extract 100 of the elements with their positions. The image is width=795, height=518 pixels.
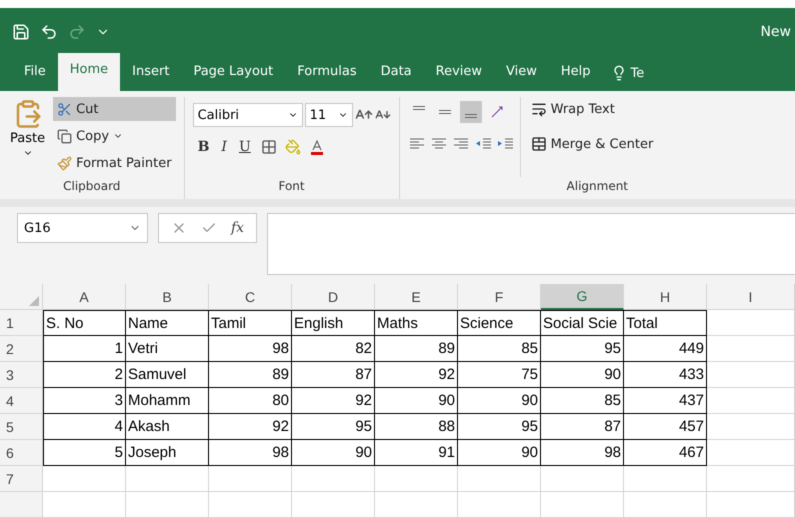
table-cell: 1 (43, 336, 126, 362)
ribbon-tab[interactable]: Formulas (285, 55, 369, 91)
group-label: Alignment (566, 178, 630, 195)
undo-icon[interactable] (40, 22, 58, 40)
row-header[interactable]: 3 (0, 362, 43, 388)
table-cell: 457 (624, 414, 707, 440)
table-cell: Tamil (209, 310, 292, 336)
font-name-field[interactable]: Calibri (192, 103, 303, 127)
table-cell: 90 (292, 440, 375, 466)
table-cell: Mohamm (126, 388, 209, 414)
row-header[interactable]: 2 (0, 336, 43, 362)
column-header[interactable]: A (43, 284, 126, 310)
paste-button[interactable]: Paste (8, 97, 48, 177)
row-header[interactable]: 7 (0, 466, 43, 492)
column-header[interactable]: D (292, 284, 375, 310)
vertical-align-button[interactable] (460, 101, 482, 123)
cut-button[interactable]: Cut (53, 97, 176, 121)
paintbrush-icon (57, 156, 72, 170)
row-header[interactable]: 5 (0, 414, 43, 440)
align-bottom-icon (464, 114, 477, 118)
table-cell: 80 (209, 388, 292, 414)
align-middle-icon (438, 110, 451, 114)
ribbon-tab[interactable]: Insert (120, 55, 182, 91)
ribbon-tab[interactable]: Home (58, 53, 120, 91)
copy-button[interactable]: Copy (53, 124, 176, 148)
wrap-text-icon (530, 101, 547, 117)
table-cell: 95 (292, 414, 375, 440)
table-cell: 82 (292, 336, 375, 362)
table-cell: 88 (375, 414, 458, 440)
row-header[interactable]: 1 (0, 310, 43, 336)
insert-function-button[interactable]: fx (231, 220, 244, 236)
ribbon-tab[interactable]: Data (368, 55, 424, 91)
column-header[interactable]: C (209, 284, 292, 310)
table-cell: 92 (292, 388, 375, 414)
table-cell: Name (126, 310, 209, 336)
table-cell: 90 (458, 388, 541, 414)
format-button[interactable]: U (234, 137, 256, 157)
font-size-field[interactable]: 11 (304, 103, 353, 127)
align-top-icon (412, 106, 425, 110)
table-cell: 98 (209, 440, 292, 466)
table-cell: 91 (375, 440, 458, 466)
table-cell: Social Scie (541, 310, 624, 336)
window-title: New (760, 24, 792, 40)
table-cell: 5 (43, 440, 126, 466)
table-cell: 98 (209, 336, 292, 362)
table-cell: Total (624, 310, 707, 336)
table-cell: 3 (43, 388, 126, 414)
table-cell: Vetri (126, 336, 209, 362)
ribbon-tab[interactable]: Review (424, 55, 494, 91)
table-cell: 90 (375, 388, 458, 414)
group-label: Clipboard (62, 178, 122, 195)
table-cell: Science (458, 310, 541, 336)
column-header[interactable]: I (707, 284, 795, 310)
row-header[interactable]: 6 (0, 440, 43, 466)
merge-center-button[interactable]: Merge & Center (526, 132, 658, 156)
column-header[interactable]: B (126, 284, 209, 310)
tell-me-field[interactable]: Te (602, 55, 644, 91)
corner-triangle-icon (29, 296, 39, 306)
column-header[interactable]: E (375, 284, 458, 310)
table-cell: 90 (458, 440, 541, 466)
table-cell: 89 (375, 336, 458, 362)
ribbon-tab[interactable]: Page Layout (181, 55, 286, 91)
table-cell: 75 (458, 362, 541, 388)
column-header[interactable]: G (541, 284, 624, 310)
table-cell: 98 (541, 440, 624, 466)
group-label: Font (277, 178, 306, 195)
format-button[interactable]: B (192, 137, 214, 157)
ribbon-tab[interactable]: View (494, 55, 549, 91)
table-cell: Joseph (126, 440, 209, 466)
table-cell: Akash (126, 414, 209, 440)
format-painter-button[interactable]: Format Painter (53, 151, 176, 175)
save-icon[interactable] (12, 22, 30, 40)
table-cell: 85 (541, 388, 624, 414)
table-cell: 92 (209, 414, 292, 440)
formula-input[interactable] (267, 213, 795, 275)
wrap-text-button[interactable]: Wrap Text (526, 97, 658, 121)
table-cell: S. No (43, 310, 126, 336)
table-cell: 449 (624, 336, 707, 362)
table-cell: 87 (292, 362, 375, 388)
row-header[interactable]: 4 (0, 388, 43, 414)
scissors-icon (57, 102, 72, 116)
ribbon-tab[interactable]: Help (548, 55, 603, 91)
name-box[interactable]: G16 (17, 213, 148, 243)
table-cell: 437 (624, 388, 707, 414)
column-header[interactable]: F (458, 284, 541, 310)
table-cell: 4 (43, 414, 126, 440)
table-cell: 85 (458, 336, 541, 362)
format-button[interactable]: I (216, 137, 232, 157)
copy-icon (57, 128, 72, 144)
table-cell: 95 (541, 336, 624, 362)
table-cell: 467 (624, 440, 707, 466)
column-header[interactable]: H (624, 284, 707, 310)
merge-icon (530, 136, 547, 152)
table-cell: 90 (541, 362, 624, 388)
ribbon-tab[interactable]: File (12, 55, 58, 91)
table-cell: English (292, 310, 375, 336)
table-cell: 95 (458, 414, 541, 440)
table-cell: 89 (209, 362, 292, 388)
table-cell: 2 (43, 362, 126, 388)
table-cell: 433 (624, 362, 707, 388)
